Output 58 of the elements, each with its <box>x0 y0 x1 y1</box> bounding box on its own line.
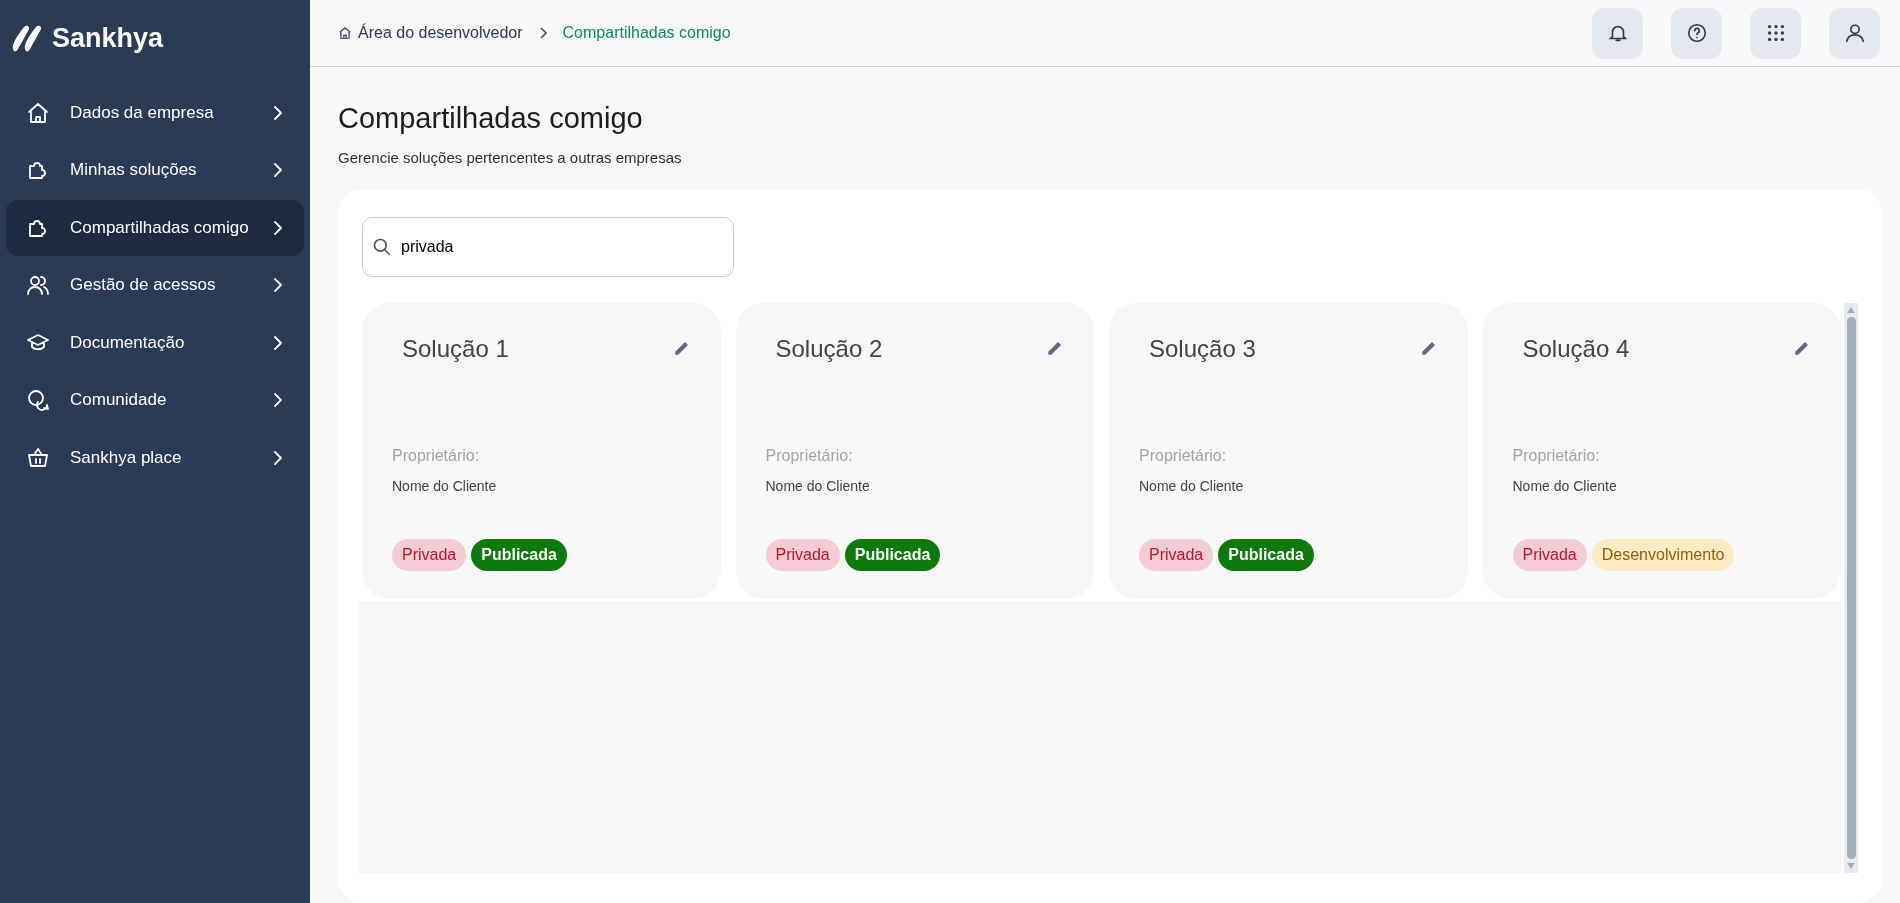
status-tag: Publicada <box>471 539 567 571</box>
breadcrumb-current: Compartilhadas comigo <box>562 23 731 43</box>
card-title: Solução 4 <box>1522 334 1630 364</box>
status-tag: Privada <box>1512 539 1587 571</box>
chevron-right-icon <box>272 393 284 407</box>
sidebar-item[interactable]: Minhas soluções <box>6 142 304 198</box>
card-title: Solução 2 <box>775 334 883 364</box>
notifications-button[interactable] <box>1592 7 1643 59</box>
sidebar-item[interactable]: Sankhya place <box>6 429 304 486</box>
user-icon <box>1843 22 1866 44</box>
sidebar-item[interactable]: Documentação <box>6 314 304 371</box>
card-title: Solução 1 <box>402 334 509 364</box>
sidebar-item[interactable]: Gestão de acessos <box>6 257 304 313</box>
page-subtitle: Gerencie soluções pertencentes a outras empresas <box>338 147 683 168</box>
chevron-right-icon <box>272 278 284 292</box>
search-field[interactable]: privada <box>362 217 734 277</box>
owner-name: Nome do Cliente <box>765 477 871 496</box>
search-icon <box>372 237 392 257</box>
page-title: Compartilhadas comigo <box>338 101 644 136</box>
apps-button[interactable] <box>1750 7 1801 59</box>
chevron-right-icon <box>272 105 284 120</box>
chevron-right-icon <box>538 27 547 39</box>
card-title: Solução 3 <box>1149 334 1256 364</box>
status-tag: Privada <box>765 539 840 571</box>
chevron-right-icon <box>272 220 284 235</box>
help-button[interactable] <box>1671 7 1722 59</box>
owner-name: Nome do Cliente <box>1512 477 1618 496</box>
owner-label: Proprietário: <box>1139 446 1228 466</box>
breadcrumb-link[interactable]: Área do desenvolvedor <box>338 21 523 45</box>
home-icon <box>26 100 50 125</box>
chevron-right-icon <box>272 450 284 465</box>
chat-bubbles-icon <box>26 388 50 412</box>
users-icon <box>26 273 50 297</box>
basket-icon <box>26 445 50 470</box>
pencil-icon[interactable] <box>1046 339 1064 357</box>
sidebar-item[interactable]: Compartilhadas comigo <box>6 199 304 256</box>
home-icon <box>338 26 352 40</box>
owner-name: Nome do Cliente <box>1139 477 1245 496</box>
sidebar-item[interactable]: Dados da empresa <box>6 84 304 141</box>
owner-label: Proprietário: <box>1512 446 1601 466</box>
pencil-icon[interactable] <box>1793 339 1811 357</box>
status-tag: Publicada <box>844 539 941 571</box>
status-tag: Privada <box>392 539 467 571</box>
logo-icon <box>10 23 44 54</box>
pencil-icon[interactable] <box>672 339 691 357</box>
chevron-right-icon <box>272 163 284 177</box>
status-tag: Publicada <box>1218 539 1314 571</box>
status-tag: Desenvolvimento <box>1591 539 1735 571</box>
status-tag: Privada <box>1139 539 1214 571</box>
pencil-icon[interactable] <box>1419 339 1438 357</box>
brand-name: Sankhya <box>52 22 164 55</box>
help-icon <box>1685 22 1708 44</box>
owner-label: Proprietário: <box>392 446 481 466</box>
sidebar-item[interactable]: Comunidade <box>6 372 304 428</box>
profile-button[interactable] <box>1829 7 1880 59</box>
chevron-right-icon <box>272 335 284 350</box>
owner-label: Proprietário: <box>765 446 854 466</box>
owner-name: Nome do Cliente <box>392 477 498 496</box>
